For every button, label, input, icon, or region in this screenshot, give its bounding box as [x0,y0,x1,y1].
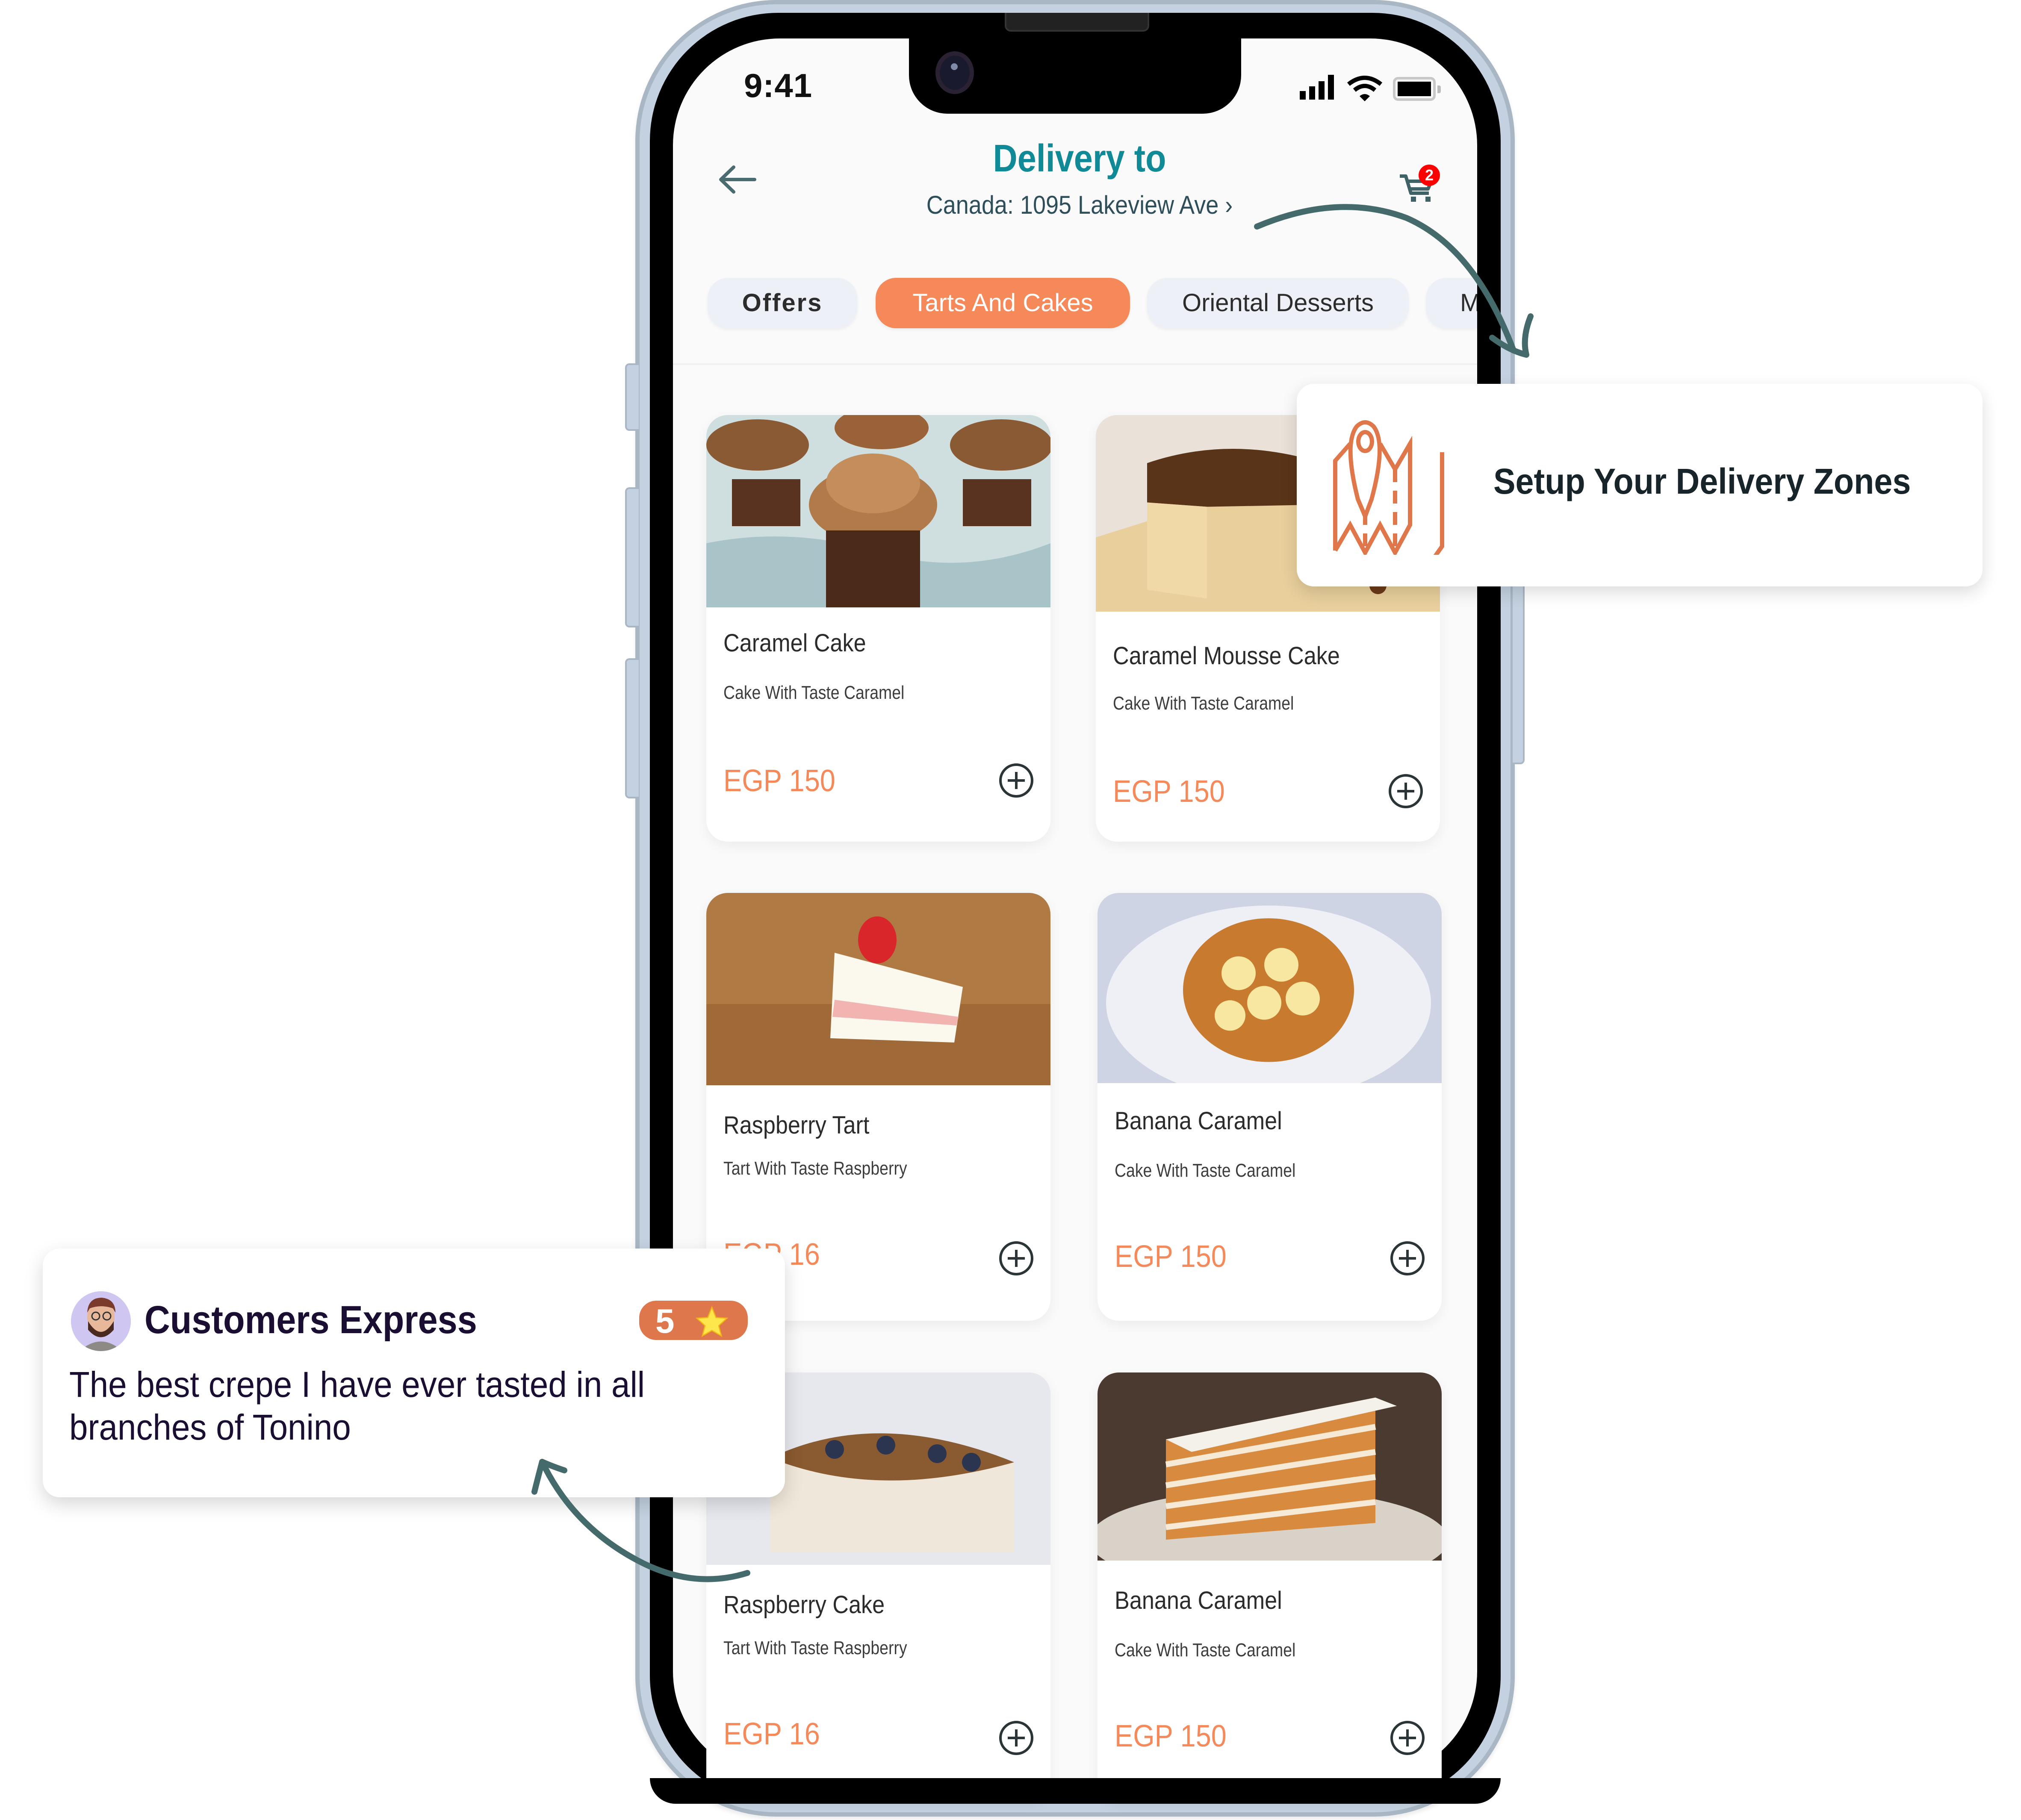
product-card[interactable]: Caramel Cake Cake With Taste Caramel EGP… [706,415,1050,842]
product-description: Tart With Taste Raspberry [723,1158,907,1179]
add-to-cart-button[interactable] [999,763,1033,798]
add-to-cart-button[interactable] [999,1241,1033,1275]
tab-offers[interactable]: Offers [708,278,857,328]
product-price: EGP 150 [1113,775,1225,809]
strawberry-cake-slice-photo [706,893,1050,1085]
product-price: EGP 150 [1115,1240,1227,1274]
reviewer-avatar-icon [71,1291,131,1351]
rating-badge: 5 [639,1301,748,1340]
speaker-grill [1005,13,1149,32]
delivery-zones-text: Setup Your Delivery Zones [1493,461,1911,501]
delivery-zones-callout[interactable]: Setup Your Delivery Zones [1297,384,1983,586]
add-to-cart-button[interactable] [1390,1241,1425,1275]
reviewer-name: Customers Express [145,1298,477,1342]
product-name: Banana Caramel [1115,1587,1282,1614]
header-title: Delivery to [993,137,1166,180]
avatar [71,1291,131,1351]
mute-switch [625,363,639,431]
curved-arrow-icon [1254,204,1534,358]
cart-count-badge: 2 [1419,165,1440,186]
battery-icon [1393,77,1441,101]
product-name: Raspberry Cake [723,1591,885,1619]
signal-icon [1300,75,1334,100]
product-card[interactable]: Banana Caramel Cake With Taste Caramel E… [1098,1372,1442,1800]
curved-arrow-icon [531,1459,750,1582]
product-description: Cake With Taste Caramel [723,682,905,703]
front-camera [935,51,974,94]
product-price: EGP 150 [723,764,835,798]
delivery-address[interactable]: Canada: 1095 Lakeview Ave › [878,190,1282,220]
star-icon [695,1306,729,1337]
product-description: Cake With Taste Caramel [1115,1160,1296,1181]
banana-pancakes-photo [1098,893,1442,1083]
product-description: Tart With Taste Raspberry [723,1637,907,1658]
bottom-bezel [650,1778,1501,1804]
volume-up-button [625,487,639,627]
rating-value: 5 [655,1302,675,1340]
layer-cake-photo [1098,1372,1442,1561]
product-name: Banana Caramel [1115,1107,1282,1135]
add-to-cart-button[interactable] [1390,1721,1425,1755]
wifi-icon [1347,76,1383,101]
product-description: Cake With Taste Caramel [1113,693,1294,714]
map-pin-icon [1333,420,1444,555]
review-text: The best crepe I have ever tasted in all… [69,1364,645,1447]
arrow-left-icon[interactable] [718,165,757,194]
product-description: Cake With Taste Caramel [1115,1640,1296,1661]
product-card[interactable]: Banana Caramel Cake With Taste Caramel E… [1098,893,1442,1321]
add-to-cart-button[interactable] [999,1721,1033,1755]
cupcakes-photo [706,415,1050,607]
status-time: 9:41 [744,67,813,104]
product-name: Caramel Mousse Cake [1113,642,1340,670]
tab-tarts-and-cakes[interactable]: Tarts And Cakes [876,278,1130,328]
volume-down-button [625,658,639,798]
product-price: EGP 150 [1115,1719,1227,1753]
product-name: Raspberry Tart [723,1111,870,1139]
add-to-cart-button[interactable] [1389,774,1423,808]
product-price: EGP 16 [723,1717,820,1751]
product-name: Caramel Cake [723,629,866,657]
